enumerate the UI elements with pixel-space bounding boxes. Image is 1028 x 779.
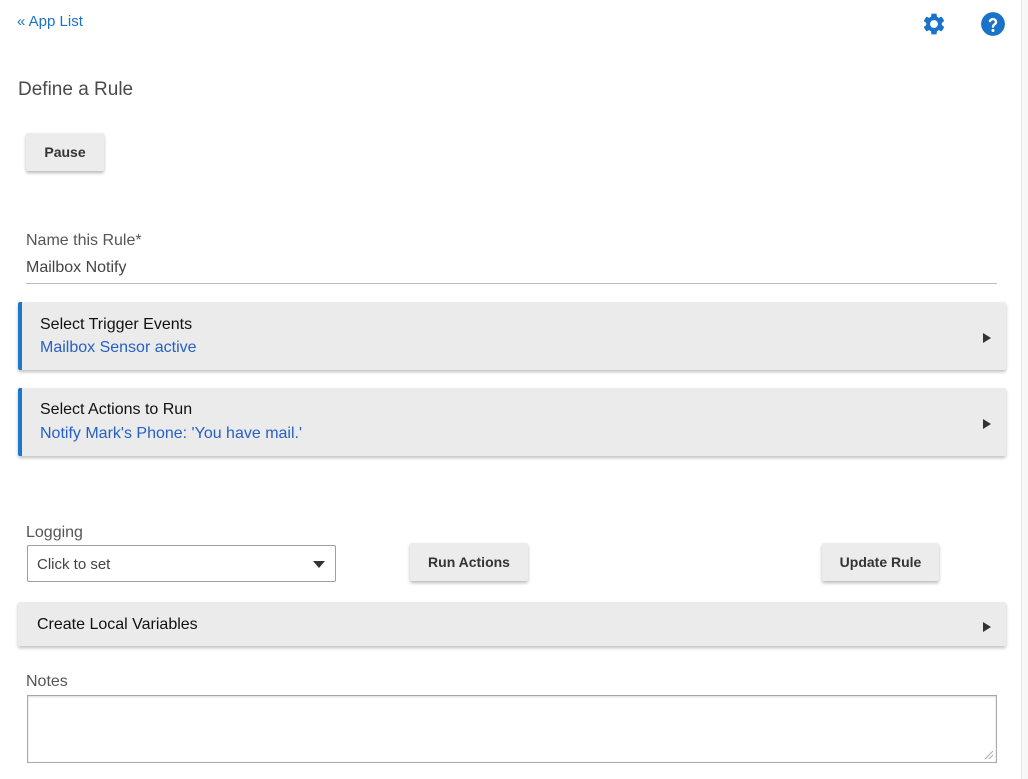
- trigger-events-summary: Mailbox Sensor active: [40, 339, 197, 356]
- expand-arrow-icon: [983, 333, 991, 343]
- page-title: Define a Rule: [18, 79, 134, 100]
- update-rule-button[interactable]: Update Rule: [822, 543, 939, 581]
- actions-summary: Notify Mark's Phone: 'You have mail.': [40, 425, 303, 442]
- select-trigger-events-section[interactable]: Select Trigger Events Mailbox Sensor act…: [18, 302, 1006, 370]
- local-variables-title: Create Local Variables: [37, 616, 198, 633]
- app-list-link[interactable]: « App List: [17, 13, 83, 30]
- notes-label: Notes: [26, 673, 68, 690]
- rule-name-input[interactable]: Mailbox Notify: [26, 259, 126, 277]
- logging-label: Logging: [26, 524, 83, 541]
- pause-button[interactable]: Pause: [26, 133, 104, 171]
- logging-select[interactable]: Click to set: [27, 545, 336, 582]
- help-circle-icon[interactable]: [980, 11, 1006, 37]
- logging-selected-value: Click to set: [37, 556, 111, 573]
- create-local-variables-section[interactable]: Create Local Variables: [18, 602, 1006, 646]
- notes-textarea[interactable]: [27, 695, 997, 763]
- run-actions-button[interactable]: Run Actions: [410, 543, 528, 581]
- resize-handle-icon[interactable]: [985, 751, 993, 759]
- dropdown-arrow-icon: [313, 561, 325, 568]
- trigger-events-title: Select Trigger Events: [40, 316, 193, 333]
- actions-title: Select Actions to Run: [40, 401, 193, 418]
- gear-icon[interactable]: [921, 11, 947, 37]
- rule-name-underline: [26, 283, 997, 284]
- scrollbar-track[interactable]: [1021, 0, 1028, 779]
- expand-arrow-icon: [983, 419, 991, 429]
- select-actions-section[interactable]: Select Actions to Run Notify Mark's Phon…: [18, 388, 1006, 456]
- expand-arrow-icon: [983, 622, 991, 632]
- rule-name-label: Name this Rule*: [26, 232, 142, 249]
